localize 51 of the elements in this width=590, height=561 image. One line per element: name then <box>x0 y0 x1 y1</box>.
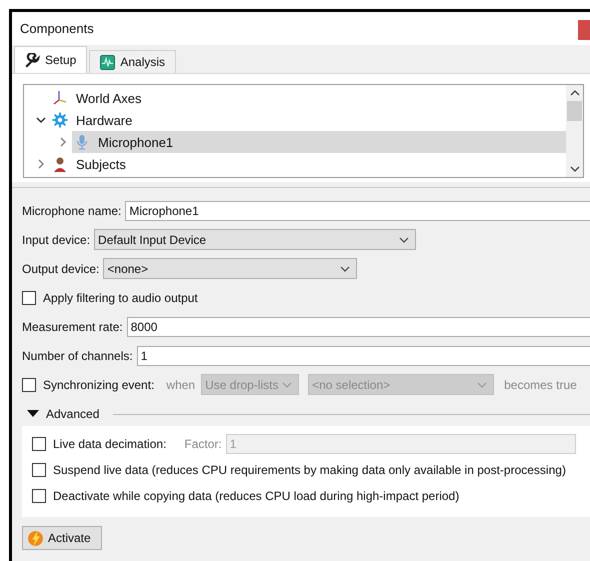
axes-icon <box>52 90 68 106</box>
chevron-down-icon <box>282 382 292 388</box>
chevron-right-icon[interactable] <box>36 159 46 169</box>
wrench-icon <box>25 52 40 68</box>
chevron-down-icon[interactable] <box>36 115 46 125</box>
input-field[interactable]: 1 <box>136 346 590 366</box>
field-label: Output device: <box>22 262 100 276</box>
chevron-down-icon <box>340 266 350 272</box>
tree-item[interactable]: Hardware <box>50 109 566 131</box>
checkbox-label: Live data decimation: <box>53 437 166 451</box>
dropdown[interactable]: <none> <box>103 258 358 279</box>
person-icon <box>52 156 68 172</box>
field-label: Factor: <box>184 437 222 451</box>
input-field[interactable]: 8000 <box>126 316 590 336</box>
tab[interactable]: Analysis <box>89 50 176 73</box>
field-label: Microphone name: <box>22 204 122 218</box>
field-label: Number of channels: <box>22 348 133 362</box>
checkbox[interactable] <box>32 437 46 451</box>
lightning-icon <box>27 530 44 546</box>
when-label: when <box>166 378 196 392</box>
scroll-thumb[interactable] <box>567 101 582 121</box>
triangle-down-icon <box>27 410 39 418</box>
checkbox-label: Deactivate while copying data (reduces CPU load during high-impact period) <box>53 489 460 503</box>
advanced-toggle[interactable]: Advanced <box>22 407 100 421</box>
gear-icon <box>52 112 68 128</box>
suffix-label: becomes true <box>504 378 577 392</box>
scroll-up-icon[interactable] <box>570 90 580 96</box>
checkbox-label: Synchronizing event: <box>43 378 154 392</box>
chevron-right-icon[interactable] <box>58 137 68 147</box>
field-label: Input device: <box>22 232 90 246</box>
chevron-down-icon <box>477 382 488 388</box>
scrollbar[interactable] <box>566 85 583 177</box>
window-title: Components <box>20 21 94 36</box>
input-field[interactable]: Microphone1 <box>125 200 590 220</box>
checkbox-label: Apply filtering to audio output <box>43 290 198 304</box>
checkbox[interactable] <box>32 489 46 503</box>
tree-item[interactable]: Subjects <box>50 153 566 175</box>
scroll-down-icon[interactable] <box>570 166 580 172</box>
tab[interactable]: Setup <box>14 46 88 73</box>
microphone-icon <box>74 134 90 150</box>
dropdown[interactable]: Default Input Device <box>94 229 416 250</box>
tree-item[interactable]: Microphone1 <box>72 131 566 153</box>
checkbox[interactable] <box>32 463 46 477</box>
activate-button[interactable]: Activate <box>22 526 102 550</box>
checkbox[interactable] <box>22 378 36 392</box>
tree-item[interactable]: World Axes <box>50 87 566 109</box>
checkbox[interactable] <box>22 290 36 304</box>
field-label: Measurement rate: <box>22 320 123 334</box>
checkbox-label: Suspend live data (reduces CPU requirements by making data only available in post-processing) <box>53 463 566 477</box>
waveform-icon <box>100 54 116 70</box>
chevron-down-icon <box>399 236 410 242</box>
